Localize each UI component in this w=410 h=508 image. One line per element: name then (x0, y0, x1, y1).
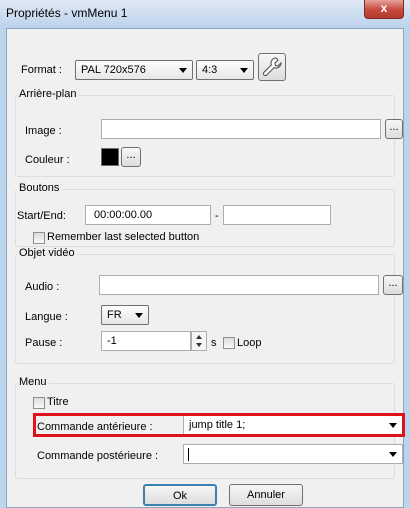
audio-browse-button[interactable]: ... (383, 275, 403, 295)
close-button[interactable]: x (364, 0, 404, 19)
window-title: Propriétés - vmMenu 1 (6, 6, 128, 20)
wrench-icon (262, 57, 282, 77)
image-browse-button[interactable]: ... (385, 119, 403, 139)
format-select-value: PAL 720x576 (81, 64, 146, 76)
pause-label: Pause : (25, 337, 63, 349)
spinner-up-icon[interactable] (196, 335, 202, 339)
language-select-value: FR (107, 309, 122, 321)
title-checkbox[interactable] (33, 397, 45, 409)
format-select[interactable]: PAL 720x576 (75, 60, 193, 80)
pause-field[interactable]: -1 (101, 331, 191, 351)
aspect-select-value: 4:3 (202, 64, 218, 76)
format-label: Format : (21, 64, 62, 76)
image-label: Image : (25, 125, 62, 137)
dialog-client-area: Format : PAL 720x576 4:3 Arrière-plan Im… (6, 28, 405, 508)
post-command-select[interactable] (183, 444, 403, 464)
chevron-down-icon (240, 68, 248, 73)
spinner-down-icon[interactable] (196, 343, 202, 347)
menu-group-label: Menu (17, 376, 49, 388)
cancel-button[interactable]: Annuler (229, 484, 303, 506)
video-group-label: Objet vidéo (17, 247, 77, 259)
aspect-select[interactable]: 4:3 (196, 60, 254, 80)
loop-label: Loop (237, 337, 262, 349)
pause-spinner[interactable] (191, 331, 207, 351)
remember-checkbox[interactable] (33, 232, 45, 244)
text-caret (188, 448, 189, 461)
post-command-label: Commande postérieure : (37, 450, 159, 462)
end-time-field[interactable] (223, 205, 331, 225)
start-end-separator: - (215, 210, 219, 222)
chevron-down-icon (179, 68, 187, 73)
chevron-down-icon (135, 313, 143, 318)
loop-checkbox[interactable] (223, 337, 235, 349)
audio-label: Audio : (25, 281, 60, 293)
buttons-group-label: Boutons (17, 182, 62, 194)
color-label: Couleur : (25, 154, 70, 166)
color-browse-button[interactable]: ... (121, 147, 141, 167)
remember-label: Remember last selected button (47, 231, 200, 243)
language-label: Langue : (25, 311, 68, 323)
pause-unit: s (211, 337, 217, 349)
start-end-label: Start/End: (17, 210, 66, 222)
start-time-field[interactable]: 00:00:00.00 (85, 205, 211, 225)
language-select[interactable]: FR (101, 305, 149, 325)
audio-field[interactable] (99, 275, 379, 295)
title-label: Titre (47, 396, 69, 408)
format-settings-button[interactable] (258, 53, 286, 81)
background-group-label: Arrière-plan (17, 88, 79, 100)
ok-button[interactable]: Ok (143, 484, 217, 506)
chevron-down-icon (389, 452, 397, 457)
start-time-value: 00:00:00.00 (94, 209, 153, 221)
pause-value: -1 (107, 335, 117, 347)
properties-window: Propriétés - vmMenu 1 x Format : PAL 720… (0, 0, 410, 508)
highlight-box (33, 413, 405, 437)
title-bar[interactable]: Propriétés - vmMenu 1 x (0, 0, 410, 28)
image-field[interactable] (101, 119, 381, 139)
color-swatch[interactable] (101, 148, 119, 166)
